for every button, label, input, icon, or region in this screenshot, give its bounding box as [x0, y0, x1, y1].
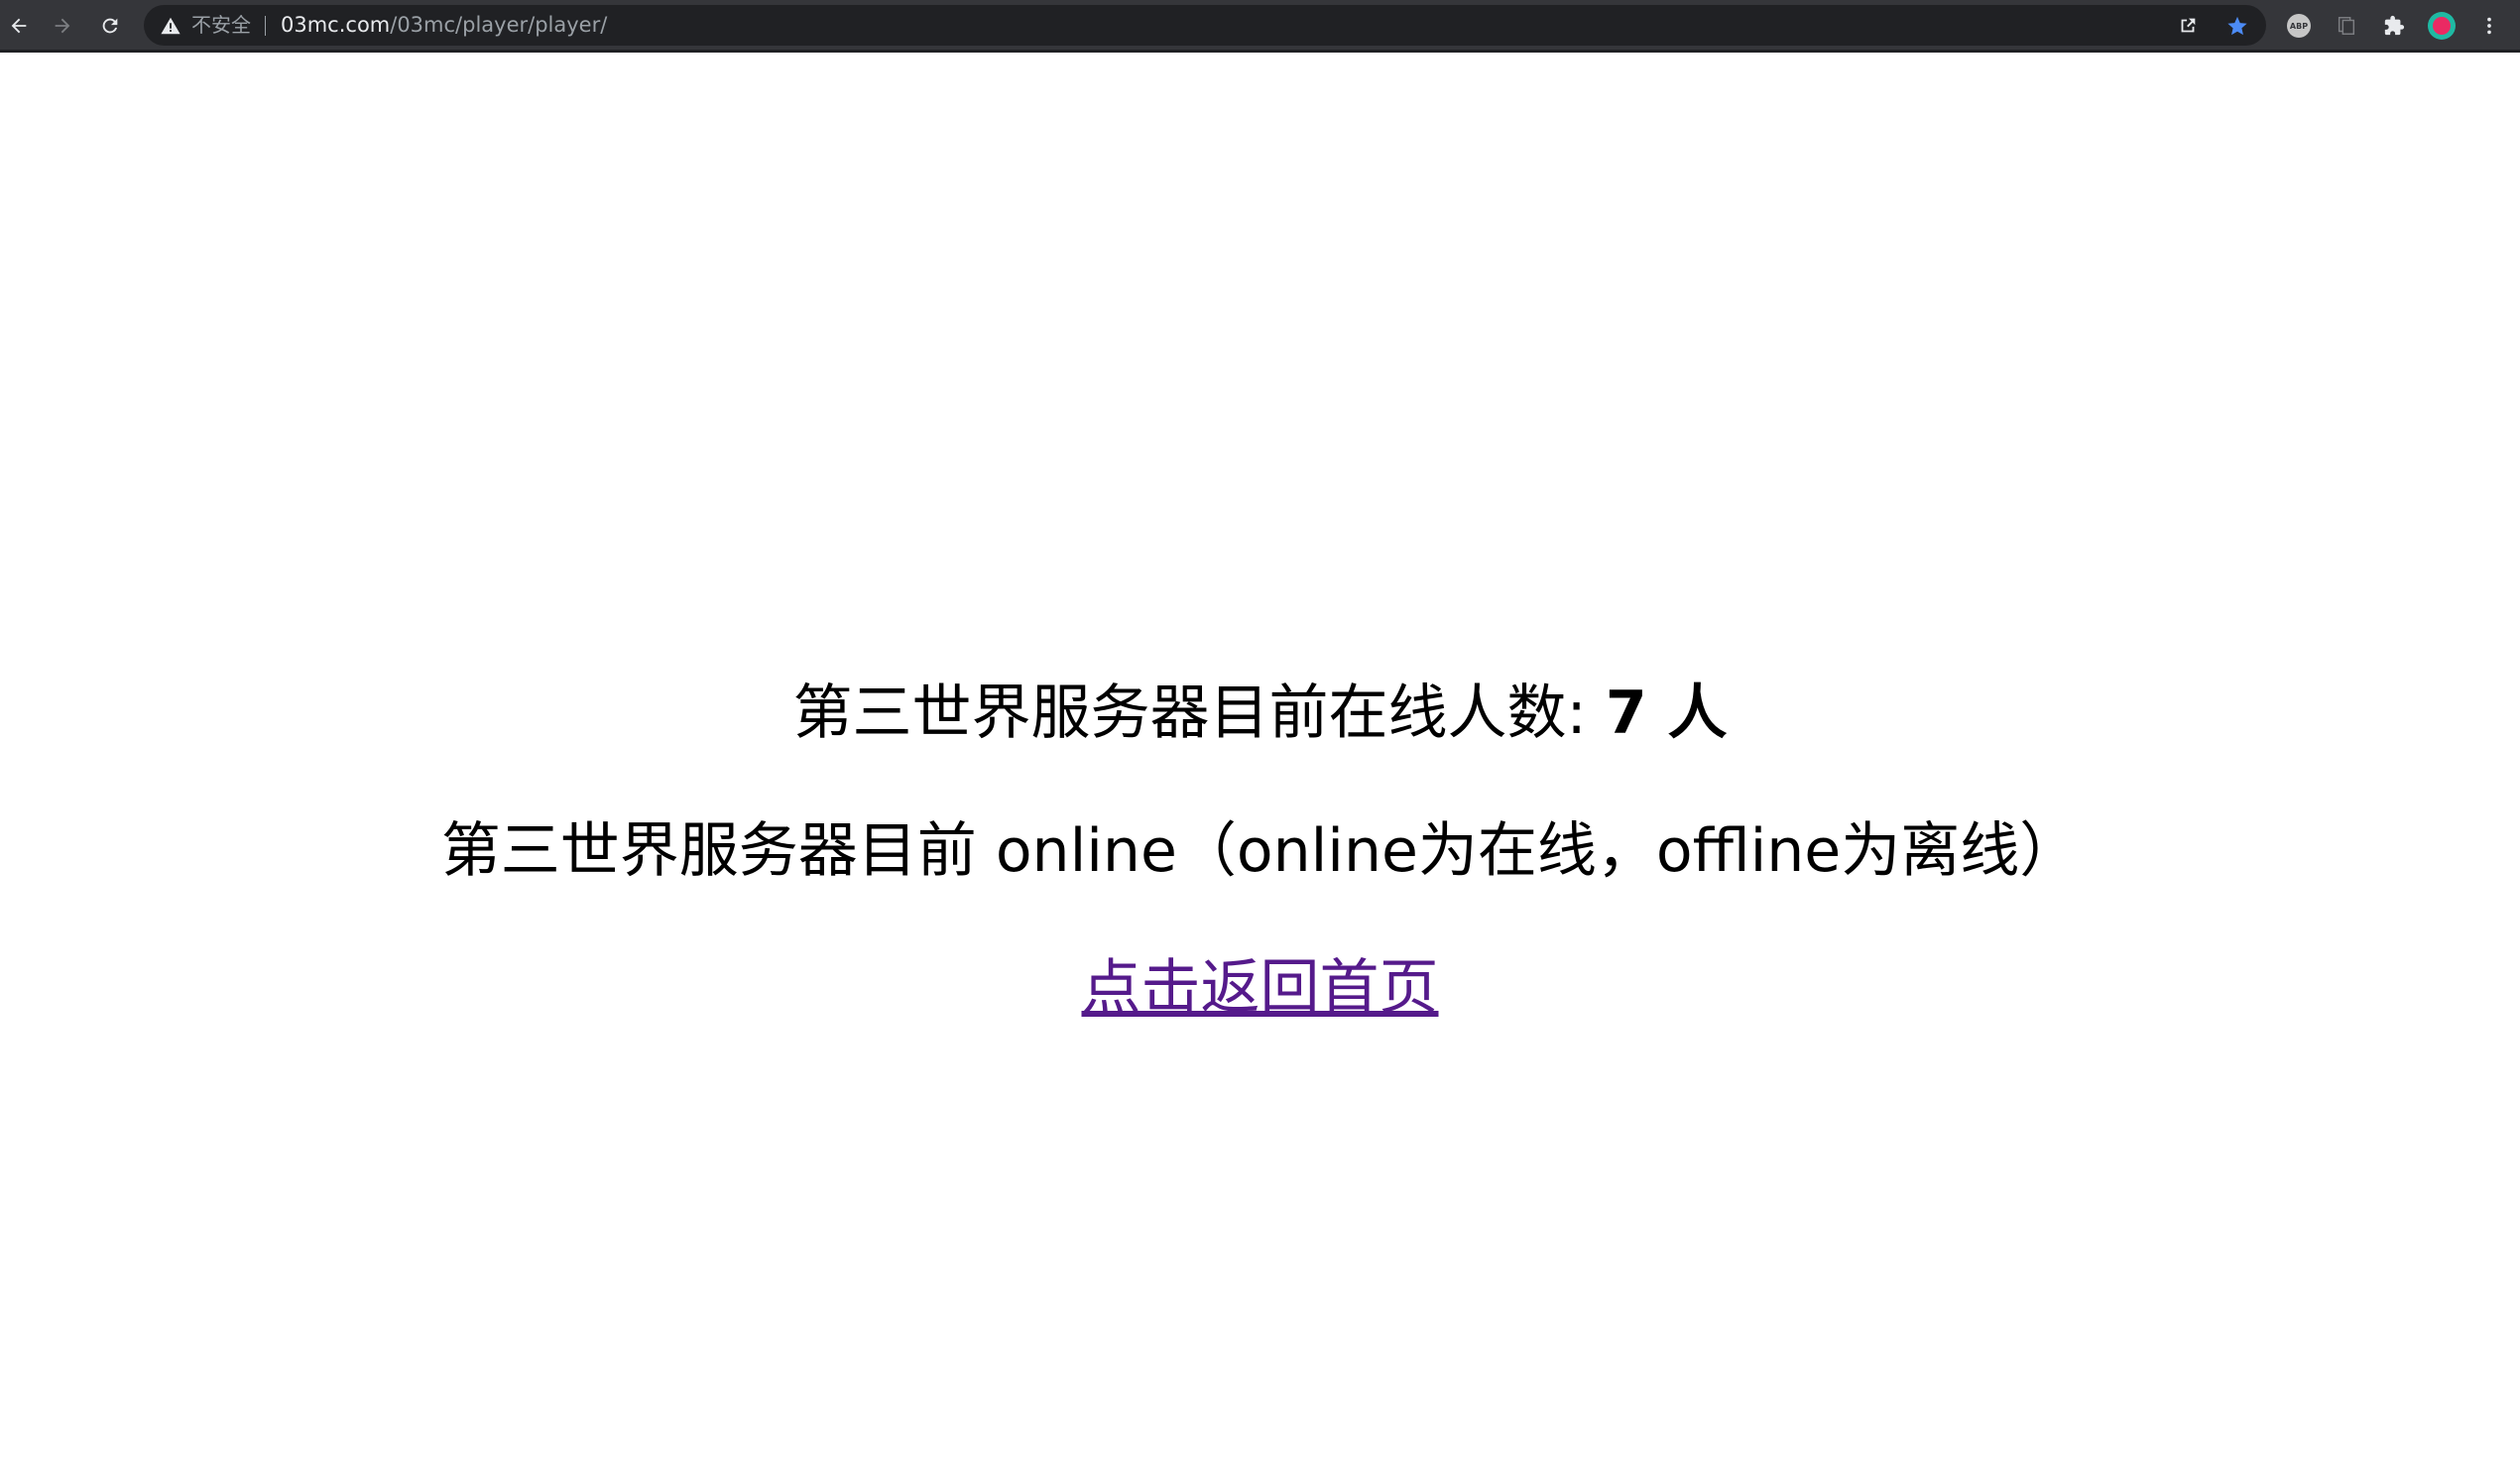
url-host: 03mc.com	[281, 13, 391, 37]
url-text[interactable]: 03mc.com/03mc/player/player/	[281, 5, 607, 46]
status-note: （online为在线，offline为离线）	[1176, 816, 2080, 886]
extensions-icon	[2384, 15, 2405, 36]
forward-icon	[55, 18, 70, 34]
back-button[interactable]	[3, 10, 35, 42]
browser-toolbar: 不安全 03mc.com/03mc/player/player/ ABP	[0, 0, 2520, 53]
menu-icon	[2487, 17, 2491, 35]
warning-icon[interactable]	[160, 15, 181, 37]
reading-list-icon	[2338, 17, 2355, 35]
address-bar[interactable]: 不安全 03mc.com/03mc/player/player/	[144, 5, 2266, 46]
extensions-button[interactable]	[2380, 12, 2408, 40]
home-link[interactable]: 点击返回首页	[1082, 953, 1439, 1023]
online-count: 7	[1605, 678, 1647, 748]
bookmark-button[interactable]	[2226, 15, 2248, 37]
status-prefix: 第三世界服务器目前	[440, 816, 996, 886]
home-link-line: 点击返回首页	[0, 948, 2520, 1028]
menu-button[interactable]	[2475, 12, 2503, 40]
bookmark-star-icon	[2227, 16, 2247, 36]
forward-button[interactable]	[47, 10, 78, 42]
adblock-icon: ABP	[2287, 14, 2311, 38]
reload-button[interactable]	[94, 10, 126, 42]
separator	[265, 16, 266, 36]
online-unit: 人	[1646, 678, 1728, 748]
url-path: /03mc/player/player/	[390, 13, 608, 37]
profile-button[interactable]	[2428, 12, 2456, 40]
server-status-line: 第三世界服务器目前 online（online为在线，offline为离线）	[0, 811, 2520, 891]
online-count-line: 第三世界服务器目前在线人数: 7 人	[0, 674, 2520, 753]
share-icon	[2181, 18, 2196, 33]
status-value: online	[995, 816, 1177, 886]
online-label: 第三世界服务器目前在线人数:	[792, 678, 1606, 748]
page-content: 第三世界服务器目前在线人数: 7 人 第三世界服务器目前 online（onli…	[0, 56, 2520, 1478]
back-icon	[11, 18, 27, 34]
adblock-extension[interactable]: ABP	[2285, 12, 2313, 40]
reload-icon	[102, 18, 118, 34]
reading-list-extension[interactable]	[2333, 12, 2360, 40]
share-button[interactable]	[2177, 15, 2199, 37]
profile-icon	[2428, 12, 2456, 40]
security-label[interactable]: 不安全	[191, 5, 251, 46]
